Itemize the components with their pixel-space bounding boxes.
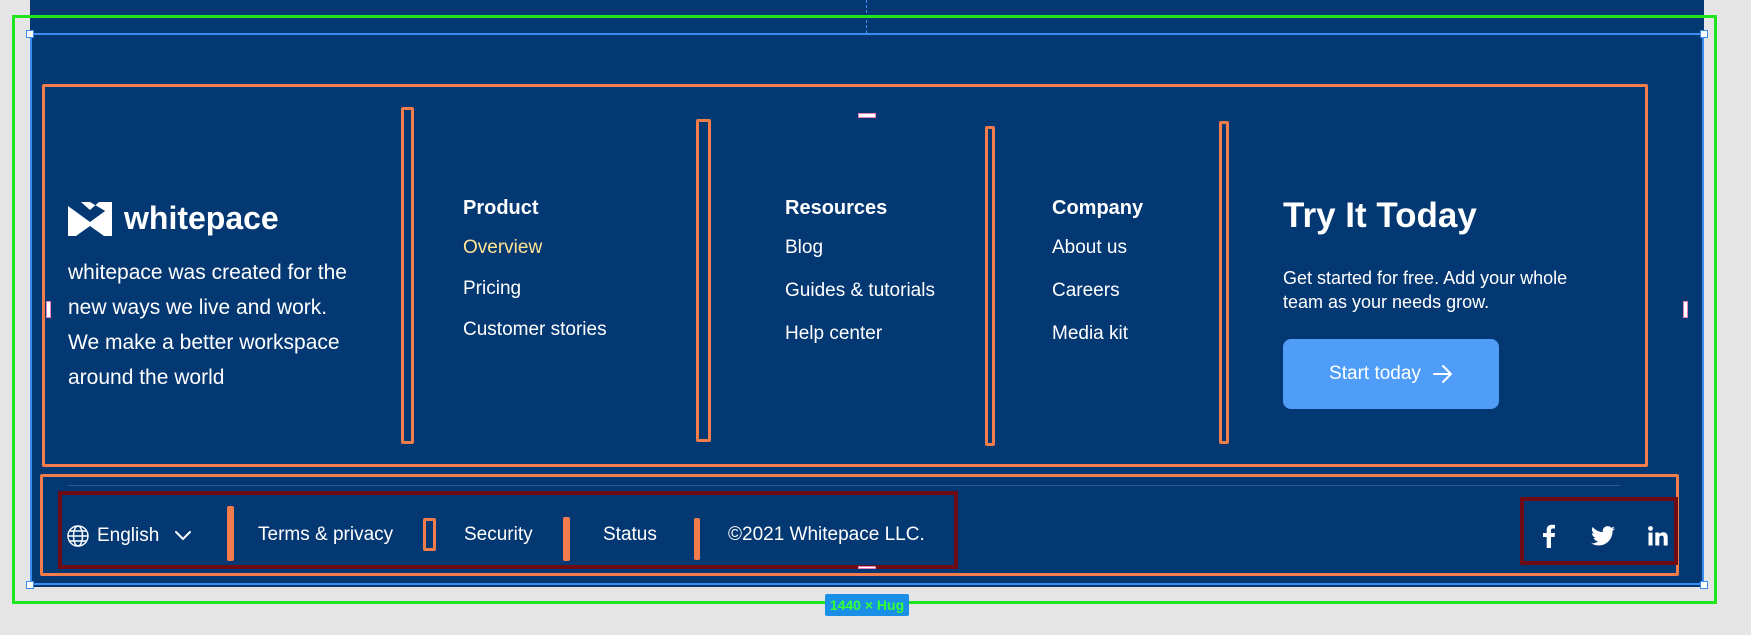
footer-link-pricing[interactable]: Pricing xyxy=(463,278,607,300)
resize-handle-top-right[interactable] xyxy=(1700,30,1708,38)
resize-handle-bottom-left[interactable] xyxy=(26,581,34,589)
copyright-text: ©2021 Whitepace LLC. xyxy=(728,524,925,545)
footer-link-careers[interactable]: Careers xyxy=(1052,280,1143,302)
footer-column-company: Company About us Careers Media kit xyxy=(1052,197,1143,364)
resize-handle-top-left[interactable] xyxy=(26,30,34,38)
facebook-icon[interactable] xyxy=(1542,524,1556,548)
arrow-right-icon xyxy=(1432,365,1452,383)
spacing-marker xyxy=(46,301,51,318)
footer-link-guides[interactable]: Guides & tutorials xyxy=(785,280,935,302)
brand-logo[interactable]: whitepace xyxy=(68,200,279,237)
cta-text: Get started for free. Add your whole tea… xyxy=(1283,268,1568,312)
column-title: Company xyxy=(1052,197,1144,219)
language-label: English xyxy=(97,525,160,546)
frame-size-label: 1440 × Hug xyxy=(825,594,909,616)
linkedin-icon[interactable] xyxy=(1648,526,1668,546)
footer-link-about-us[interactable]: About us xyxy=(1052,237,1143,259)
spacer-frame[interactable] xyxy=(696,119,711,442)
start-today-button[interactable]: Start today xyxy=(1283,339,1499,409)
cta-title: Try It Today xyxy=(1283,196,1477,235)
footer-column-product: Product Overview Pricing Customer storie… xyxy=(463,197,607,360)
brand-name: whitepace xyxy=(124,200,279,236)
footer-link-overview[interactable]: Overview xyxy=(463,237,607,259)
status-link[interactable]: Status xyxy=(603,524,657,546)
spacing-marker xyxy=(858,566,876,569)
resize-handle-bottom-right[interactable] xyxy=(1700,581,1708,589)
column-title: Resources xyxy=(785,197,888,219)
globe-icon xyxy=(67,525,89,547)
logo-icon xyxy=(68,201,112,236)
footer-link-customer-stories[interactable]: Customer stories xyxy=(463,319,607,341)
footer-link-blog[interactable]: Blog xyxy=(785,237,935,259)
spacer-frame[interactable] xyxy=(1219,121,1229,444)
terms-privacy-link[interactable]: Terms & privacy xyxy=(258,524,393,546)
spacer-frame[interactable] xyxy=(985,126,995,446)
spacing-marker xyxy=(1683,301,1688,318)
spacer-frame[interactable] xyxy=(401,107,414,444)
brand-tagline: whitepace was created for the new ways w… xyxy=(68,261,347,389)
spacing-marker xyxy=(858,113,876,118)
twitter-icon[interactable] xyxy=(1591,526,1615,546)
language-selector[interactable]: English xyxy=(66,524,192,548)
column-title: Product xyxy=(463,197,539,219)
footer-divider xyxy=(68,485,1620,486)
footer-link-media-kit[interactable]: Media kit xyxy=(1052,323,1143,345)
footer-link-help-center[interactable]: Help center xyxy=(785,323,935,345)
start-today-label: Start today xyxy=(1329,363,1421,384)
chevron-down-icon xyxy=(175,531,192,541)
footer-column-resources: Resources Blog Guides & tutorials Help c… xyxy=(785,197,935,364)
security-link[interactable]: Security xyxy=(464,524,533,546)
